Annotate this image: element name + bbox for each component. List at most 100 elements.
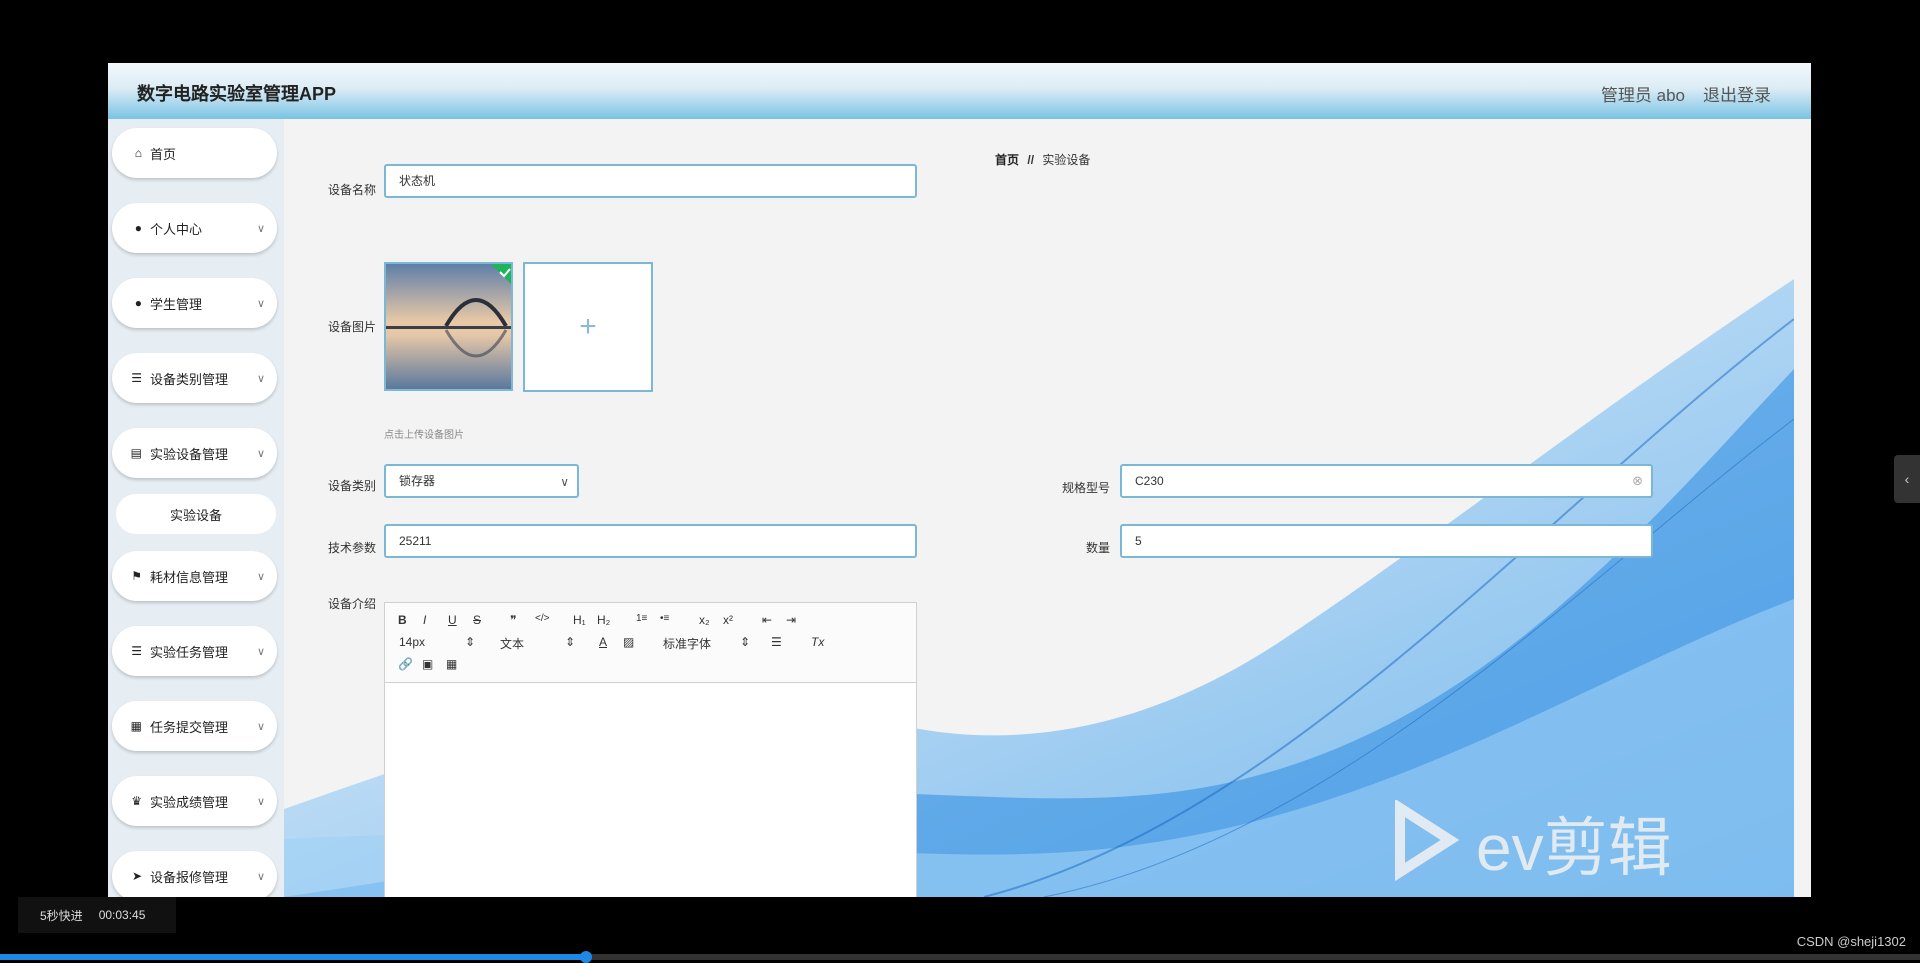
bullet-list-button[interactable]: •≡ [660,613,669,624]
video-icon[interactable]: ▦ [446,657,457,671]
sidebar-item-grades[interactable]: ♛ 实验成绩管理 ∨ [112,776,277,826]
main-content: 首页 // 实验设备 设备名称 状态机 设备图片 + 点击上传设备图片 设备类别… [284,119,1811,897]
chevron-down-icon: ∨ [257,297,266,310]
image-icon[interactable]: ▣ [422,657,433,671]
model-label: 规格型号 [1061,481,1110,495]
chevron-down-icon: ∨ [560,475,569,489]
model-value: C230 [1135,474,1164,488]
italic-button[interactable]: I [423,613,426,627]
device-category-label: 设备类别 [327,479,376,493]
playback-badge: 5秒快进 00:03:45 [18,897,176,933]
sidebar-item-device-category[interactable]: ☰ 设备类别管理 ∨ [112,353,277,403]
sidebar-menu: ⌂ 首页 ● 个人中心 ∨ ● 学生管理 ∨ ☰ 设备类别管理 ∨ ▤ 实验设备… [108,119,284,897]
speed-label: 5秒快进 [40,908,83,923]
chevron-down-icon: ∨ [257,870,266,883]
trophy-icon: ♛ [131,794,142,808]
tech-params-label: 技术参数 [327,541,376,555]
sidebar-item-students[interactable]: ● 学生管理 ∨ [112,278,277,328]
sidebar-item-label: 实验成绩管理 [150,794,229,810]
sidebar-item-submissions[interactable]: ▦ 任务提交管理 ∨ [112,701,277,751]
chevron-down-icon: ∨ [257,645,266,658]
timestamp: 00:03:45 [98,908,146,922]
breadcrumb-separator: // [1027,153,1035,167]
add-image-button[interactable]: + [523,262,653,392]
device-name-label: 设备名称 [327,183,376,197]
user-icon: ● [134,221,142,235]
h1-button[interactable]: H₁ [573,613,586,627]
sidebar-item-label: 实验任务管理 [150,644,229,660]
ordered-list-button[interactable]: 1≡ [636,613,647,624]
clear-icon[interactable]: ⊗ [1632,466,1643,496]
sidebar-item-label: 设备类别管理 [150,371,229,387]
video-progress-knob[interactable] [579,951,592,963]
sidebar-item-label: 首页 [150,146,177,162]
quantity-input[interactable]: 5 [1120,524,1653,558]
sidebar-item-tasks[interactable]: ☰ 实验任务管理 ∨ [112,626,277,676]
h2-button[interactable]: H₂ [597,613,610,627]
sidebar-item-lab-devices[interactable]: ▤ 实验设备管理 ∨ [112,428,277,478]
breadcrumb-home[interactable]: 首页 [995,153,1019,167]
header-select[interactable]: 文本 [500,635,524,652]
superscript-button[interactable]: x² [723,613,733,627]
bold-button[interactable]: B [398,613,407,627]
sidebar-item-label: 设备报修管理 [150,869,229,885]
indent-button[interactable]: ⇥ [786,613,796,627]
app-window: 数字电路实验室管理APP 管理员 abo 退出登录 ⌂ 首页 ● 个人中心 ∨ … [108,63,1811,897]
underline-button[interactable]: U [448,613,457,627]
sidebar-item-consumables[interactable]: ⚑ 耗材信息管理 ∨ [112,551,277,601]
highlight-icon[interactable]: ▨ [623,635,634,649]
app-title: 数字电路实验室管理APP [137,84,337,104]
sidebar-item-label: 耗材信息管理 [150,569,229,585]
flag-icon: ⚑ [131,569,142,583]
clear-format-button[interactable]: Tx [811,635,824,649]
chevron-down-icon: ∨ [257,447,266,460]
sidebar-item-profile[interactable]: ● 个人中心 ∨ [112,203,277,253]
tech-params-input[interactable]: 25211 [384,524,917,558]
ev-logo: ev剪辑 [1395,800,1672,884]
uploaded-image-thumbnail[interactable] [384,262,513,391]
font-family-select[interactable]: 标准字体 [663,635,711,652]
sidebar-subitem-lab-device[interactable]: 实验设备 [116,494,276,534]
chevron-down-icon: ∨ [257,372,266,385]
chevron-down-icon: ∨ [257,222,266,235]
align-icon[interactable]: ☰ [771,635,782,649]
video-progress-track[interactable] [0,951,1920,963]
subscript-button[interactable]: x₂ [699,613,710,627]
breadcrumb: 首页 // 实验设备 [995,151,1090,168]
device-name-input[interactable]: 状态机 [384,164,917,198]
breadcrumb-current: 实验设备 [1042,153,1091,167]
device-category-select[interactable]: 锁存器 ∨ [384,464,579,498]
top-header: 数字电路实验室管理APP 管理员 abo 退出登录 [108,63,1811,119]
sidebar-item-label: 学生管理 [150,296,203,312]
font-size-select[interactable]: 14px [399,635,425,649]
sidebar-item-home[interactable]: ⌂ 首页 [112,128,277,178]
video-progress-fill [0,954,586,960]
ev-logo-text: ev剪辑 [1476,812,1672,884]
editor-toolbar: B I U S ❞ </> H₁ H₂ 1≡ •≡ x₂ x² ⇤ ⇥ 14px… [385,603,916,683]
chevron-down-icon: ∨ [257,720,266,733]
current-user: 管理员 abo [1600,86,1685,105]
logout-link[interactable]: 退出登录 [1703,81,1771,106]
chevron-left-icon[interactable]: ‹ [1894,455,1920,503]
device-intro-label: 设备介绍 [327,597,376,611]
link-icon[interactable]: 🔗 [398,657,413,671]
user-icon: ● [134,296,142,310]
blockquote-button[interactable]: ❞ [510,613,516,627]
strike-button[interactable]: S [473,613,481,627]
home-icon: ⌂ [134,146,142,160]
clipboard-icon: ▤ [130,446,142,460]
list-icon: ☰ [131,371,142,385]
list-icon: ☰ [131,644,142,658]
sidebar-item-repairs[interactable]: ➤ 设备报修管理 ∨ [112,851,277,897]
upload-hint: 点击上传设备图片 [384,430,464,441]
sort-icon: ⇕ [740,635,751,649]
code-block-button[interactable]: </> [535,613,549,624]
device-image-label: 设备图片 [327,320,376,334]
outdent-button[interactable]: ⇤ [762,613,772,627]
sidebar-item-label: 实验设备管理 [150,446,229,462]
sidebar-item-label: 任务提交管理 [150,719,229,735]
rich-text-editor[interactable]: B I U S ❞ </> H₁ H₂ 1≡ •≡ x₂ x² ⇤ ⇥ 14px… [384,602,917,897]
text-color-button[interactable]: A [599,635,607,649]
bridge-photo [386,264,511,389]
model-input[interactable]: C230 ⊗ [1120,464,1653,498]
